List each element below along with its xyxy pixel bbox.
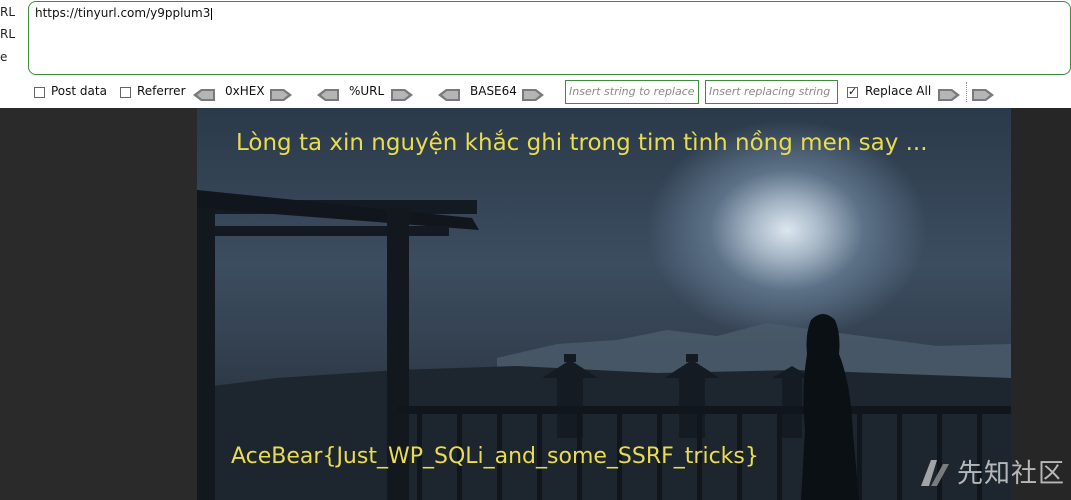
base64-encode-arrow-icon[interactable] <box>522 86 544 101</box>
watermark-text: 先知社区 <box>956 459 1065 489</box>
text-caret <box>211 7 213 20</box>
url-textarea[interactable]: https://tinyurl.com/y9pplum3 <box>28 1 1071 75</box>
referrer-checkbox[interactable] <box>120 87 131 98</box>
page-background-left <box>0 108 197 500</box>
url-text: https://tinyurl.com/y9pplum3 <box>35 6 213 20</box>
replace-all-checkbox[interactable] <box>847 85 858 98</box>
watermark: 先知社区 <box>917 453 1065 490</box>
find-string-input[interactable]: Insert string to replace <box>565 80 699 104</box>
hackbar-toolbar: RL RL e https://tinyurl.com/y9pplum3 Pos… <box>0 0 1071 109</box>
hex-label: 0xHEX <box>225 84 265 98</box>
controls-row: Post data Referrer 0xHEX %URL BASE64 Ins… <box>0 80 1071 104</box>
side-label-3[interactable]: e <box>0 47 7 67</box>
side-menu-labels: RL RL e <box>0 0 28 80</box>
url-value: https://tinyurl.com/y9pplum3 <box>35 6 211 20</box>
page-background-right <box>1011 108 1071 500</box>
xianzhi-logo-icon <box>920 459 949 486</box>
replace-string-input[interactable]: Insert replacing string <box>705 80 838 104</box>
side-label-1[interactable]: RL <box>0 2 15 22</box>
page-content: Lòng ta xin nguyện khắc ghi trong tim tì… <box>0 108 1071 500</box>
verse-text: Lòng ta xin nguyện khắc ghi trong tim tì… <box>236 130 928 156</box>
url-label: %URL <box>349 84 385 98</box>
base64-decode-arrow-icon[interactable] <box>438 86 460 101</box>
background-image: Lòng ta xin nguyện khắc ghi trong tim tì… <box>197 108 1011 500</box>
post-data-checkbox[interactable] <box>34 87 45 98</box>
more-arrow-icon[interactable] <box>972 86 994 101</box>
separator <box>966 82 968 102</box>
post-data-label: Post data <box>51 84 107 98</box>
base64-label: BASE64 <box>470 84 517 98</box>
side-label-2[interactable]: RL <box>0 24 15 44</box>
referrer-label: Referrer <box>137 84 186 98</box>
scene-illustration <box>197 190 1011 500</box>
url-encode-arrow-icon[interactable] <box>391 86 413 101</box>
url-decode-arrow-icon[interactable] <box>317 86 339 101</box>
hex-encode-arrow-icon[interactable] <box>270 86 292 101</box>
hex-decode-arrow-icon[interactable] <box>193 86 215 101</box>
replace-arrow-icon[interactable] <box>938 86 960 101</box>
replace-all-label: Replace All <box>865 84 932 98</box>
flag-text: AceBear{Just_WP_SQLi_and_some_SSRF_trick… <box>231 444 759 469</box>
